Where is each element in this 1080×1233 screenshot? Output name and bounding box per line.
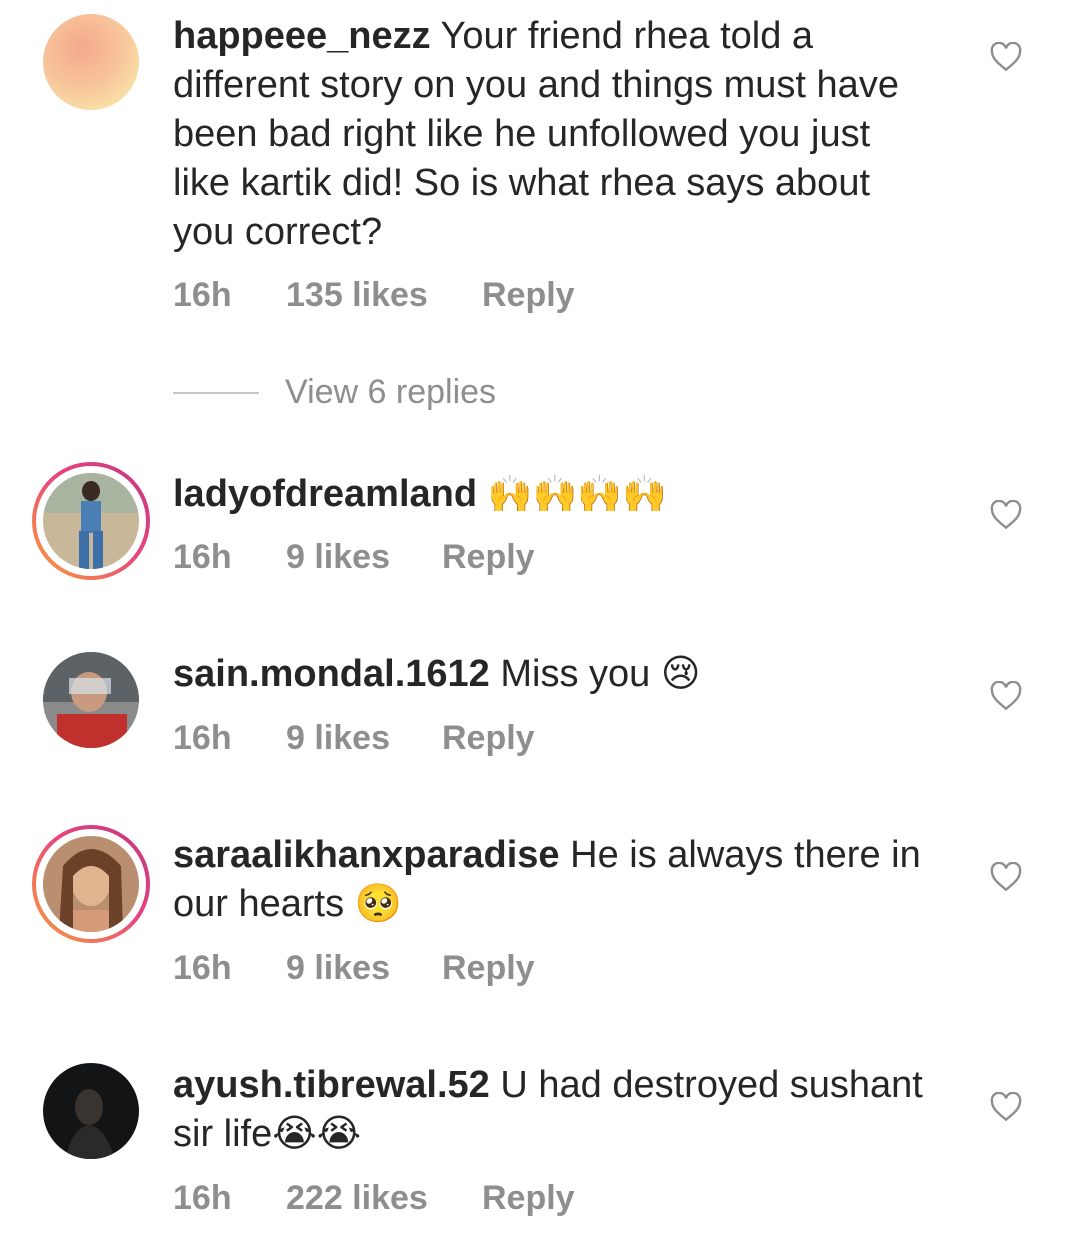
comment-meta: 16h 222 likes Reply <box>173 1179 575 1218</box>
heart-outline-icon[interactable] <box>990 862 1022 892</box>
view-replies-button[interactable]: View 6 replies <box>173 373 496 412</box>
avatar-story-ring[interactable] <box>32 825 150 943</box>
reply-button[interactable]: Reply <box>482 1179 575 1218</box>
comment-username[interactable]: happeee_nezz <box>173 15 431 57</box>
heart-outline-icon[interactable] <box>990 1092 1022 1122</box>
reply-button[interactable]: Reply <box>482 276 575 315</box>
comment-likes[interactable]: 9 likes <box>286 538 442 577</box>
comment-meta: 16h 135 likes Reply <box>173 276 575 315</box>
comment-likes[interactable]: 9 likes <box>286 719 442 758</box>
comment-body: sain.mondal.1612 Miss you 😢 <box>173 650 933 699</box>
avatar[interactable] <box>43 1063 139 1159</box>
reply-button[interactable]: Reply <box>442 719 535 758</box>
view-replies-label[interactable]: View 6 replies <box>285 373 496 412</box>
divider-line <box>173 391 259 394</box>
heart-outline-icon[interactable] <box>990 681 1022 711</box>
comment-time: 16h <box>173 949 232 987</box>
comment-time: 16h <box>173 538 232 576</box>
comment-time: 16h <box>173 1179 232 1217</box>
comment-username[interactable]: saraalikhanxparadise <box>173 834 560 876</box>
comment-meta: 16h 9 likes Reply <box>173 538 535 577</box>
comment-text: Miss you 😢 <box>500 653 701 695</box>
comment-time: 16h <box>173 276 232 314</box>
comment-time: 16h <box>173 719 232 757</box>
heart-outline-icon[interactable] <box>990 500 1022 530</box>
comment-likes[interactable]: 9 likes <box>286 949 442 988</box>
comment-body: saraalikhanxparadise He is always there … <box>173 831 933 929</box>
comment-likes[interactable]: 222 likes <box>286 1179 482 1218</box>
avatar[interactable] <box>43 652 139 748</box>
comment-body: happeee_nezz Your friend rhea told a dif… <box>173 12 933 257</box>
reply-button[interactable]: Reply <box>442 949 535 988</box>
reply-button[interactable]: Reply <box>442 538 535 577</box>
comment-username[interactable]: ladyofdreamland <box>173 473 477 515</box>
avatar <box>43 836 139 932</box>
comment-meta: 16h 9 likes Reply <box>173 719 535 758</box>
comment-text: 🙌🙌🙌🙌 <box>487 474 667 515</box>
comment-username[interactable]: ayush.tibrewal.52 <box>173 1064 490 1106</box>
comment-body: ladyofdreamland 🙌🙌🙌🙌 <box>173 470 933 519</box>
comment-username[interactable]: sain.mondal.1612 <box>173 653 490 695</box>
avatar[interactable] <box>43 14 139 110</box>
comment-body: ayush.tibrewal.52 U had destroyed sushan… <box>173 1061 933 1159</box>
comment-likes[interactable]: 135 likes <box>286 276 482 315</box>
avatar-story-ring[interactable] <box>32 462 150 580</box>
heart-outline-icon[interactable] <box>990 42 1022 72</box>
comment-meta: 16h 9 likes Reply <box>173 949 535 988</box>
avatar <box>43 473 139 569</box>
